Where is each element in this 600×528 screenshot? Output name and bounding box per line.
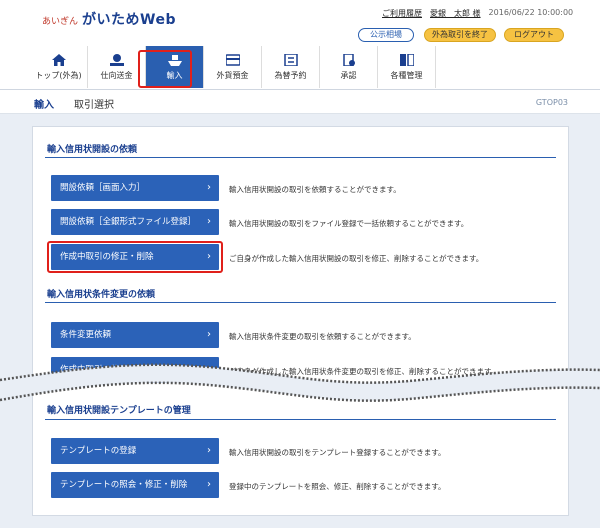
- user-info-bar: ご利用履歴 愛銀 太郎 様 2016/06/22 10:00:00: [382, 8, 573, 19]
- transaction-selection-panel: 輸入信用状開設の依頼 開設依頼［画面入力］ › 輸入信用状開設の取引を依頼するこ…: [32, 126, 569, 516]
- section-divider: [45, 419, 556, 420]
- nav-label: 承認: [340, 70, 357, 80]
- lc-amend-request-button[interactable]: 条件変更依頼 ›: [51, 322, 219, 348]
- usage-history-link[interactable]: ご利用履歴: [382, 8, 422, 19]
- chevron-right-icon: ›: [207, 329, 211, 340]
- template-view-edit-delete-button[interactable]: テンプレートの照会・修正・削除 ›: [51, 472, 219, 498]
- nav-item-approval[interactable]: 承認: [320, 46, 378, 88]
- section-divider: [45, 302, 556, 303]
- end-fx-button[interactable]: 外為取引を終了: [424, 28, 496, 42]
- nav-item-management[interactable]: 各種管理: [378, 46, 436, 88]
- global-nav: トップ(外為) 仕向送金 輸入 外貨預金 為替予約 承認 各種管理: [30, 46, 436, 88]
- nav-label: 外貨預金: [216, 70, 249, 80]
- top-header: あいぎん がいためWeb ご利用履歴 愛銀 太郎 様 2016/06/22 10…: [0, 0, 600, 90]
- logout-button[interactable]: ログアウト: [504, 28, 564, 42]
- chevron-right-icon: ›: [207, 182, 211, 193]
- button-label: 作成中取引の修正・削除: [60, 365, 154, 375]
- approval-icon: [342, 53, 355, 66]
- row-description: 輸入信用状条件変更の取引を依頼することができます。: [229, 332, 416, 341]
- lc-open-file-upload-button[interactable]: 開設依頼［全銀形式ファイル登録］ ›: [51, 209, 219, 235]
- screen-code: GTOP03: [535, 98, 568, 107]
- logo-main-text: がいためWeb: [82, 12, 176, 28]
- section-title-lc-open: 輸入信用状開設の依頼: [47, 145, 138, 155]
- section-divider: [45, 157, 556, 158]
- nav-item-top[interactable]: トップ(外為): [30, 46, 88, 88]
- chevron-right-icon: ›: [207, 479, 211, 490]
- management-icon: [399, 53, 414, 66]
- remittance-icon: [109, 53, 124, 66]
- row-description: ご自身が作成した輸入信用状条件変更の取引を修正、削除することができます。: [229, 367, 499, 376]
- nav-label: トップ(外為): [35, 70, 82, 80]
- row-description: ご自身が作成した輸入信用状開設の取引を修正、削除することができます。: [229, 254, 484, 263]
- nav-label: 輸入: [166, 70, 183, 80]
- button-label: テンプレートの登録: [60, 446, 137, 456]
- chevron-right-icon: ›: [207, 216, 211, 227]
- section-title-lc-amend: 輸入信用状条件変更の依頼: [47, 290, 156, 300]
- button-label: 開設依頼［全銀形式ファイル登録］: [60, 217, 197, 227]
- user-name: 愛銀 太郎 様: [430, 9, 481, 18]
- chevron-right-icon: ›: [207, 445, 211, 456]
- chevron-right-icon: ›: [207, 364, 211, 375]
- button-label: 条件変更依頼: [60, 330, 112, 340]
- row-description: 輸入信用状開設の取引を依頼することができます。: [229, 185, 401, 194]
- button-label: 作成中取引の修正・削除: [60, 252, 154, 262]
- section-title-lc-template: 輸入信用状開設テンプレートの管理: [47, 406, 191, 416]
- template-register-button[interactable]: テンプレートの登録 ›: [51, 438, 219, 464]
- row-description: 輸入信用状開設の取引をテンプレート登録することができます。: [229, 448, 446, 457]
- row-description: 登録中のテンプレートを照会、修正、削除することができます。: [229, 482, 446, 491]
- bank-logo[interactable]: あいぎん がいためWeb: [42, 9, 176, 29]
- page-title: 取引選択: [74, 100, 114, 111]
- home-icon: [51, 53, 66, 66]
- row-description: 輸入信用状開設の取引をファイル登録で一括依頼することができます。: [229, 219, 469, 228]
- logo-sub-text: あいぎん: [42, 17, 79, 27]
- exchange-contract-icon: [283, 53, 298, 66]
- breadcrumb-category: 輸入: [34, 100, 54, 111]
- nav-item-exchange[interactable]: 為替予約: [262, 46, 320, 88]
- breadcrumb: 輸入 取引選択 GTOP03: [0, 90, 600, 114]
- nav-item-import[interactable]: 輸入: [146, 46, 204, 88]
- lc-amend-edit-draft-button[interactable]: 作成中取引の修正・削除 ›: [51, 357, 219, 383]
- nav-label: 仕向送金: [100, 70, 133, 80]
- deposit-card-icon: [225, 53, 240, 66]
- nav-item-deposit[interactable]: 外貨預金: [204, 46, 262, 88]
- button-label: 開設依頼［画面入力］: [60, 183, 146, 193]
- lc-open-edit-draft-button[interactable]: 作成中取引の修正・削除 ›: [51, 244, 219, 270]
- login-timestamp: 2016/06/22 10:00:00: [488, 8, 574, 17]
- nav-label: 各種管理: [390, 70, 423, 80]
- public-rates-button[interactable]: 公示相場: [358, 28, 414, 42]
- import-ship-icon: [167, 54, 182, 66]
- button-label: テンプレートの照会・修正・削除: [60, 480, 188, 490]
- nav-label: 為替予約: [274, 70, 307, 80]
- lc-open-screen-input-button[interactable]: 開設依頼［画面入力］ ›: [51, 175, 219, 201]
- nav-item-remittance[interactable]: 仕向送金: [88, 46, 146, 88]
- chevron-right-icon: ›: [207, 251, 211, 262]
